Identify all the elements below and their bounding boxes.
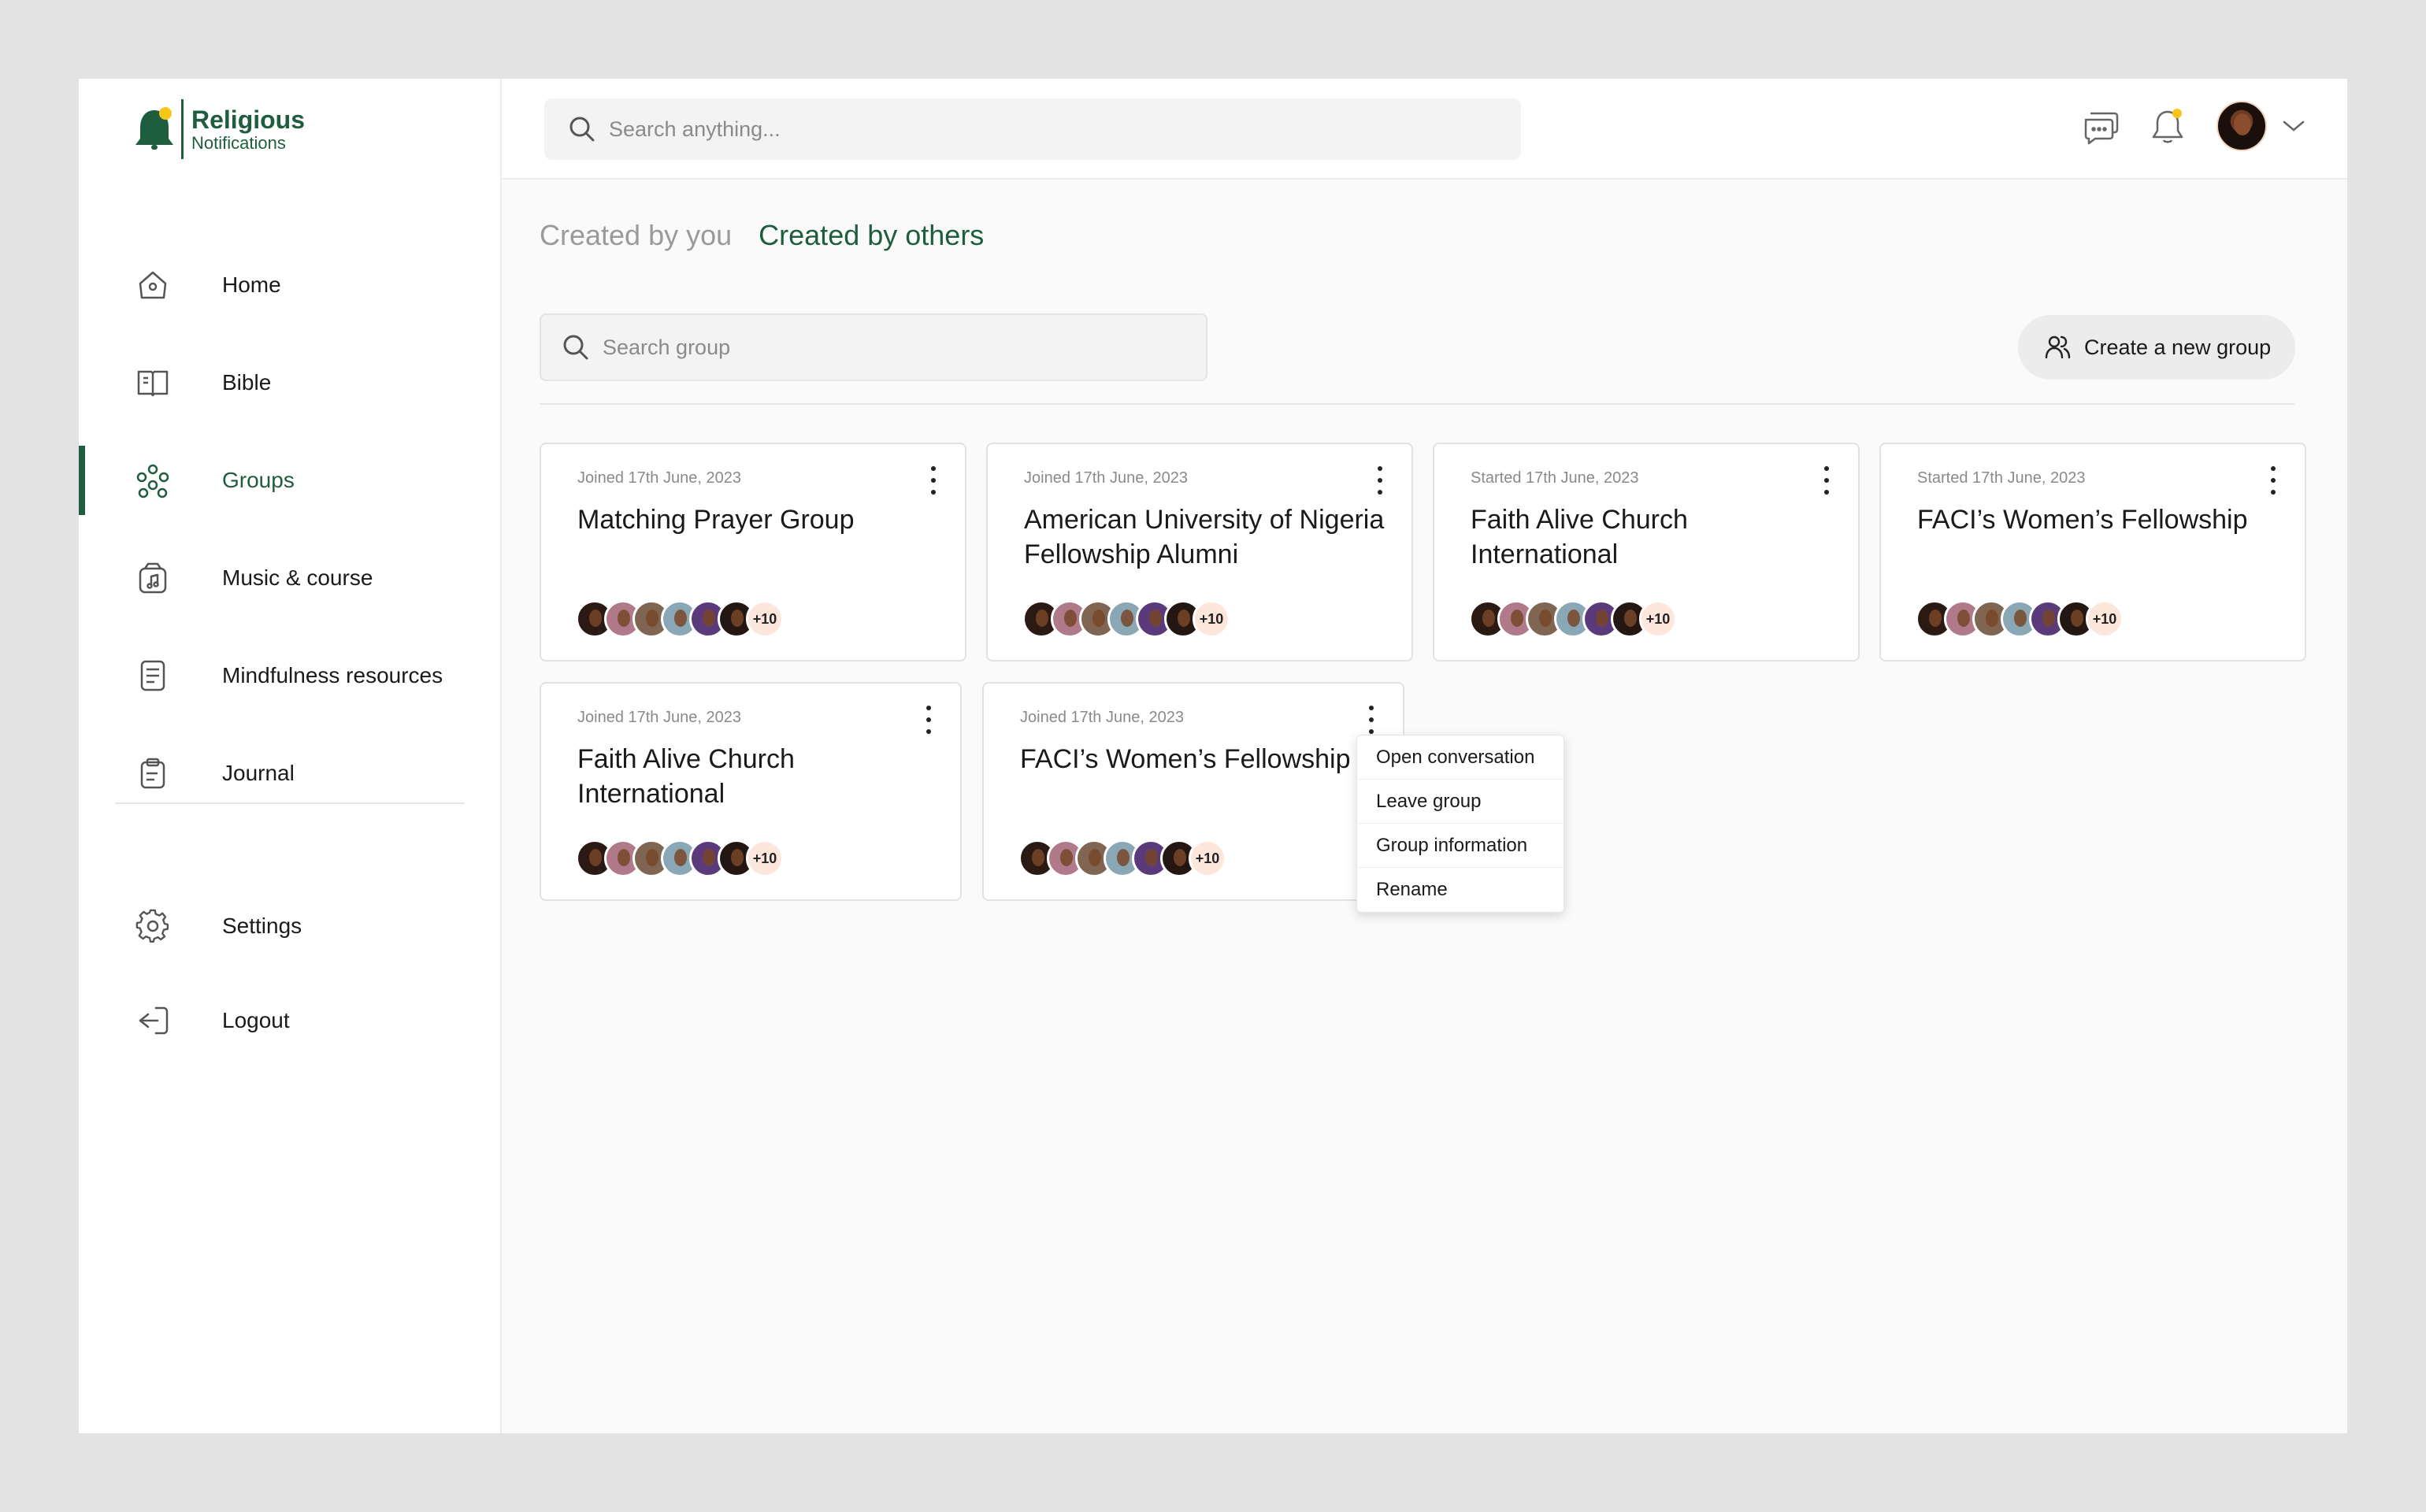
menu-item-leave-group[interactable]: Leave group [1357,780,1564,824]
sidebar-item-label: Mindfulness resources [222,663,443,687]
more-options-icon[interactable] [914,702,943,737]
more-members-count: +10 [1639,600,1677,638]
sidebar-item-home[interactable]: Home [79,250,500,320]
group-date: Joined 17th June, 2023 [577,469,741,487]
more-members-count: +10 [746,839,784,877]
group-search[interactable] [540,313,1207,381]
group-date: Joined 17th June, 2023 [1024,469,1188,487]
create-group-button[interactable]: Create a new group [2018,315,2295,380]
member-avatars: +10 [1018,839,1226,877]
sidebar-item-music[interactable]: Music & course [79,543,500,613]
group-title: FACI’s Women’s Fellowship [1917,505,2248,535]
menu-item-open-conversation[interactable]: Open conversation [1357,736,1564,780]
sidebar-item-bible[interactable]: Bible [79,348,500,417]
logo-divider [181,99,184,159]
sidebar-item-label: Logout [222,1008,290,1032]
sidebar-item-label: Bible [222,370,272,395]
brand-line-1: Religious [191,106,306,134]
sidebar-item-logout[interactable]: Logout [79,986,500,1055]
app-window: Religious Notifications Home Bible Group… [79,79,2347,1433]
top-actions [2057,101,2308,151]
tab-created-by-you[interactable]: Created by you [540,219,732,252]
document-icon [134,657,172,695]
create-group-label: Create a new group [2084,335,2272,359]
sidebar-divider [115,802,465,804]
brand-name: Religious Notifications [191,106,305,153]
group-date: Joined 17th June, 2023 [577,709,741,726]
member-avatars: +10 [576,600,784,638]
music-icon [134,559,172,597]
group-date: Started 17th June, 2023 [1471,469,1639,487]
chat-icon[interactable] [2079,104,2124,148]
brand-line-2: Notifications [191,133,286,153]
group-context-menu: Open conversation Leave group Group info… [1356,735,1564,913]
sidebar-item-label: Groups [222,468,295,492]
group-date: Started 17th June, 2023 [1917,469,2086,487]
sidebar-item-groups[interactable]: Groups [79,446,500,515]
book-icon [134,364,172,402]
global-search[interactable] [544,98,1521,160]
sidebar-item-label: Music & course [222,565,373,590]
top-bar [502,79,2347,180]
search-icon [560,332,592,363]
group-title: Faith Alive Church International [1471,505,1688,569]
member-avatars: +10 [1022,600,1230,638]
tab-created-by-others[interactable]: Created by others [759,219,984,252]
more-members-count: +10 [746,600,784,638]
sidebar-item-mindfulness[interactable]: Mindfulness resources [79,641,500,710]
group-card[interactable]: Joined 17th June, 2023 Matching Prayer G… [540,443,966,662]
home-icon [134,266,172,304]
group-card[interactable]: Started 17th June, 2023 FACI’s Women’s F… [1879,443,2306,662]
logout-icon [134,1002,172,1040]
group-card[interactable]: Joined 17th June, 2023 Faith Alive Churc… [540,682,962,901]
group-card[interactable]: Joined 17th June, 2023 FACI’s Women’s Fe… [982,682,1404,901]
sidebar-item-settings[interactable]: Settings [79,891,500,961]
more-members-count: +10 [1189,839,1226,877]
brand-logo[interactable]: Religious Notifications [134,99,305,159]
more-options-icon[interactable] [1357,702,1385,737]
clipboard-icon [134,754,172,792]
member-avatars: +10 [1916,600,2124,638]
group-title: FACI’s Women’s Fellowship [1020,744,1351,774]
member-avatars: +10 [1469,600,1677,638]
main-content: Created by you Created by others Create … [502,79,2347,1433]
toolbar-divider [540,403,2294,405]
group-title: Matching Prayer Group [577,505,855,535]
group-title: American University of Nigeria Fellowshi… [1024,505,1385,569]
sidebar: Religious Notifications Home Bible Group… [79,79,502,1433]
group-card[interactable]: Joined 17th June, 2023 American Universi… [986,443,1413,662]
sidebar-item-journal[interactable]: Journal [79,739,500,808]
more-options-icon[interactable] [919,463,948,498]
sidebar-item-label: Settings [222,914,302,938]
menu-item-group-information[interactable]: Group information [1357,824,1564,868]
member-avatars: +10 [576,839,784,877]
group-date: Joined 17th June, 2023 [1020,709,1184,726]
group-search-input[interactable] [603,335,1201,360]
groups-icon [134,461,172,499]
group-card[interactable]: Started 17th June, 2023 Faith Alive Chur… [1433,443,1860,662]
bell-logo-icon [134,104,175,154]
group-tabs: Created by you Created by others [540,219,1011,252]
user-avatar[interactable] [2216,101,2267,151]
more-members-count: +10 [1193,600,1230,638]
more-options-icon[interactable] [1812,463,1841,498]
add-group-icon [2043,333,2072,361]
search-icon [566,113,598,145]
menu-item-rename[interactable]: Rename [1357,868,1564,912]
group-title: Faith Alive Church International [577,744,795,809]
sidebar-item-label: Home [222,272,281,297]
chevron-down-icon[interactable] [2279,112,2308,140]
more-options-icon[interactable] [1366,463,1394,498]
search-input[interactable] [609,117,1475,142]
sidebar-item-label: Journal [222,761,295,785]
gear-icon [134,907,172,945]
more-options-icon[interactable] [2259,463,2287,498]
more-members-count: +10 [2086,600,2124,638]
notification-bell-icon[interactable] [2146,104,2190,148]
